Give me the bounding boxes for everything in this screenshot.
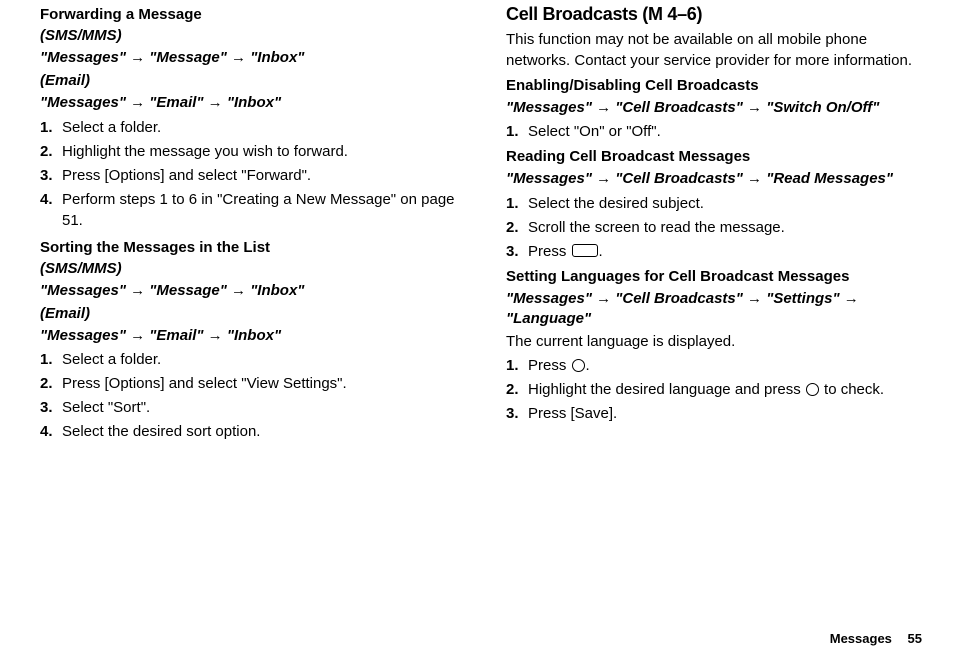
heading-text: Cell Broadcasts [506,4,638,24]
sorting-heading: Sorting the Messages in the List [40,239,456,256]
cell-broadcasts-intro: This function may not be available on al… [506,29,922,71]
step-text: Perform steps 1 to 6 in "Creating a New … [62,189,456,231]
step-text: Select "On" or "Off". [528,121,922,142]
text-before: Press [528,243,571,260]
step-text: Highlight the message you wish to forwar… [62,141,456,162]
page-footer: Messages 55 [830,631,922,646]
cell-broadcasts-heading: Cell Broadcasts (M 4–6) [506,4,922,25]
text-before: Highlight the desired language and press [528,381,805,398]
languages-heading: Setting Languages for Cell Broadcast Mes… [506,268,922,285]
step-text: Select a folder. [62,349,456,370]
step-text: Select a folder. [62,117,456,138]
step-text: Select the desired subject. [528,193,922,214]
step-number: 3. [40,165,62,186]
step-number: 2. [506,217,528,238]
enable-heading: Enabling/Disabling Cell Broadcasts [506,77,922,94]
step-text: Select the desired sort option. [62,421,456,442]
center-key-icon [806,383,819,396]
step-text: Press . [528,355,922,376]
step-number: 1. [40,349,62,370]
forwarding-heading: Forwarding a Message [40,6,456,23]
step-number: 1. [506,121,528,142]
text-before: Press [528,357,571,374]
nav-path-email: "Messages" → "Email" → "Inbox" [40,326,456,346]
menu-code: (M 4–6) [638,4,703,24]
step-text: Press [Options] and select "View Setting… [62,373,456,394]
languages-steps: 1.Press . 2.Highlight the desired langua… [506,355,922,424]
forwarding-steps: 1.Select a folder. 2.Highlight the messa… [40,117,456,231]
nav-path-reading: "Messages" → "Cell Broadcasts" → "Read M… [506,169,922,189]
step-number: 4. [40,189,62,210]
step-number: 1. [506,355,528,376]
step-number: 1. [40,117,62,138]
footer-section-label: Messages [830,631,892,646]
step-text: Press [Options] and select "Forward". [62,165,456,186]
reading-heading: Reading Cell Broadcast Messages [506,148,922,165]
enable-steps: 1.Select "On" or "Off". [506,121,922,142]
text-after: to check. [820,381,884,398]
step-number: 2. [40,373,62,394]
step-text: Press . [528,241,922,262]
back-key-icon [572,244,598,257]
center-key-icon [572,359,585,372]
nav-path-languages: "Messages" → "Cell Broadcasts" → "Settin… [506,289,922,330]
nav-path-email: "Messages" → "Email" → "Inbox" [40,93,456,113]
text-after: . [599,243,603,260]
step-number: 3. [40,397,62,418]
step-number: 1. [506,193,528,214]
sms-mms-label: (SMS/MMS) [40,27,456,44]
step-text: Scroll the screen to read the message. [528,217,922,238]
left-column: Forwarding a Message (SMS/MMS) "Messages… [40,4,456,442]
step-number: 3. [506,241,528,262]
step-number: 3. [506,403,528,424]
nav-path-sms: "Messages" → "Message" → "Inbox" [40,48,456,68]
step-text: Select "Sort". [62,397,456,418]
nav-path-enable: "Messages" → "Cell Broadcasts" → "Switch… [506,98,922,118]
nav-path-sms: "Messages" → "Message" → "Inbox" [40,281,456,301]
sms-mms-label: (SMS/MMS) [40,260,456,277]
text-after: . [586,357,590,374]
step-text: Highlight the desired language and press… [528,379,922,400]
step-number: 4. [40,421,62,442]
right-column: Cell Broadcasts (M 4–6) This function ma… [506,4,922,442]
step-number: 2. [506,379,528,400]
step-number: 2. [40,141,62,162]
email-label: (Email) [40,305,456,322]
step-text: Press [Save]. [528,403,922,424]
email-label: (Email) [40,72,456,89]
footer-page-number: 55 [908,631,922,646]
sorting-steps: 1.Select a folder. 2.Press [Options] and… [40,349,456,442]
reading-steps: 1.Select the desired subject. 2.Scroll t… [506,193,922,262]
languages-intro: The current language is displayed. [506,331,922,352]
